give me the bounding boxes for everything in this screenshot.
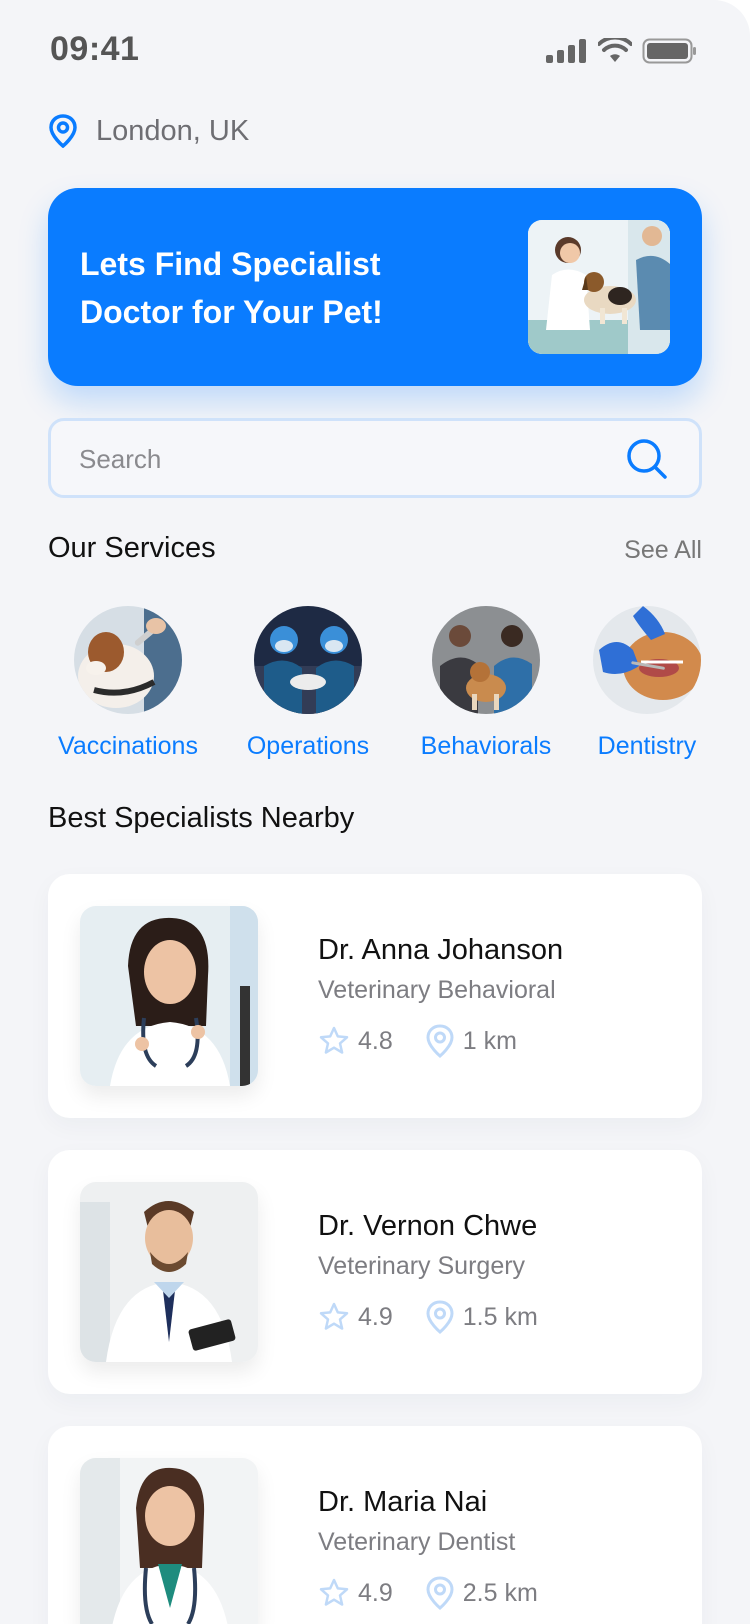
distance-value: 1 km bbox=[462, 1026, 517, 1055]
service-vaccinations[interactable]: Vaccinations bbox=[48, 606, 208, 761]
doctor-card[interactable]: Dr. Vernon Chwe Veterinary Surgery 4.9 1… bbox=[48, 1150, 702, 1394]
doctor-meta: 4.8 1 km bbox=[318, 1024, 517, 1058]
star-icon bbox=[319, 1578, 349, 1606]
distance-value: 1.5 km bbox=[462, 1302, 538, 1331]
doctor-name: Dr. Anna Johanson bbox=[318, 934, 564, 966]
distance: 1 km bbox=[425, 1024, 517, 1058]
doctor-photo bbox=[80, 1458, 258, 1624]
doctor-name: Dr. Vernon Chwe bbox=[318, 1210, 538, 1242]
search-bar bbox=[48, 418, 702, 498]
battery-icon bbox=[642, 38, 696, 64]
service-operations[interactable]: Operations bbox=[236, 606, 380, 761]
doctor-specialty: Veterinary Surgery bbox=[318, 1252, 526, 1280]
rating: 4.9 bbox=[318, 1577, 393, 1609]
rating: 4.9 bbox=[318, 1301, 393, 1333]
distance: 2.5 km bbox=[425, 1576, 538, 1610]
distance-value: 2.5 km bbox=[462, 1578, 538, 1607]
rating-value: 4.8 bbox=[358, 1026, 393, 1055]
vaccinations-image bbox=[74, 606, 182, 714]
hero-banner[interactable]: Lets Find Specialist Doctor for Your Pet… bbox=[48, 188, 702, 386]
star-icon bbox=[319, 1026, 349, 1054]
doctor-meta: 4.9 2.5 km bbox=[318, 1576, 538, 1610]
doctor-photo bbox=[80, 906, 258, 1086]
hero-vet-photo bbox=[528, 220, 670, 354]
search-input[interactable] bbox=[79, 437, 579, 481]
operations-image bbox=[254, 606, 362, 714]
location[interactable]: London, UK bbox=[48, 114, 249, 148]
hero-title: Lets Find Specialist Doctor for Your Pet… bbox=[80, 246, 383, 330]
service-label-operations: Operations bbox=[246, 732, 370, 760]
doctor-specialty: Veterinary Behavioral bbox=[318, 976, 556, 1004]
doctor-card[interactable]: Dr. Maria Nai Veterinary Dentist 4.9 2.5… bbox=[48, 1426, 702, 1624]
map-pin-icon bbox=[49, 114, 77, 148]
specialists-title: Best Specialists Nearby bbox=[48, 802, 355, 834]
doctor-photo bbox=[80, 1182, 258, 1362]
service-label-vaccinations: Vaccinations bbox=[58, 732, 198, 760]
service-behaviorals[interactable]: Behaviorals bbox=[414, 606, 558, 761]
map-pin-icon bbox=[426, 1024, 454, 1058]
rating-value: 4.9 bbox=[358, 1578, 393, 1607]
map-pin-icon bbox=[426, 1300, 454, 1334]
star-icon bbox=[319, 1302, 349, 1330]
distance: 1.5 km bbox=[425, 1300, 538, 1334]
behaviorals-image bbox=[432, 606, 540, 714]
service-label-behaviorals: Behaviorals bbox=[420, 732, 552, 760]
signal-icon bbox=[546, 39, 586, 63]
services-title: Our Services bbox=[48, 532, 216, 564]
wifi-icon bbox=[598, 38, 632, 62]
app-screen: 09:41 London, UK Lets Find Specialist Do… bbox=[0, 0, 750, 1624]
doctor-specialty: Veterinary Dentist bbox=[318, 1528, 516, 1556]
doctor-name: Dr. Maria Nai bbox=[318, 1486, 488, 1518]
service-label-dentistry: Dentistry bbox=[597, 732, 697, 760]
service-dentistry[interactable]: Dentistry bbox=[588, 606, 706, 761]
see-all-link[interactable]: See All bbox=[624, 536, 702, 565]
status-time: 09:41 bbox=[50, 30, 140, 68]
dentistry-image bbox=[593, 606, 701, 714]
rating-value: 4.9 bbox=[358, 1302, 393, 1331]
doctor-card[interactable]: Dr. Anna Johanson Veterinary Behavioral … bbox=[48, 874, 702, 1118]
rating: 4.8 bbox=[318, 1025, 393, 1057]
map-pin-icon bbox=[426, 1576, 454, 1610]
search-icon[interactable] bbox=[625, 437, 669, 481]
location-label: London, UK bbox=[96, 114, 250, 147]
doctor-meta: 4.9 1.5 km bbox=[318, 1300, 538, 1334]
status-icons bbox=[546, 38, 698, 64]
